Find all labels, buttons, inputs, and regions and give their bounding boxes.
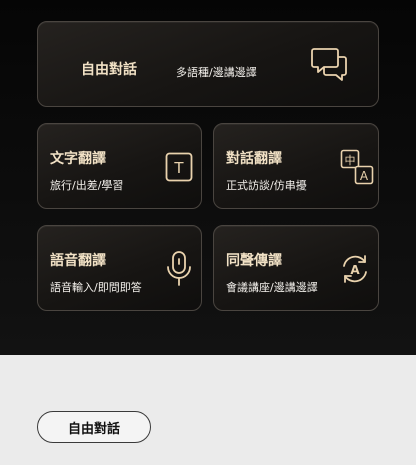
text-translate-subtitle: 旅行/出差/學習 [50, 179, 124, 192]
voice-translate-title: 語音翻譯 [50, 253, 106, 269]
simultaneous-card[interactable]: 同聲傳譯 會議講座/邊講邊譯 A [213, 225, 379, 311]
dialogue-translate-title: 對話翻譯 [226, 151, 282, 167]
svg-text:中: 中 [345, 154, 356, 167]
microphone-icon [166, 250, 192, 288]
svg-text:A: A [360, 169, 369, 183]
free-talk-subtitle: 多語種/邊講邊譯 [176, 66, 257, 79]
free-talk-title: 自由對話 [81, 62, 137, 78]
text-translate-title: 文字翻譯 [50, 151, 106, 167]
dialogue-translate-card[interactable]: 對話翻譯 正式訪談/仿串擾 中 A [213, 123, 379, 209]
text-t-icon: T [165, 152, 193, 182]
svg-text:A: A [350, 263, 360, 277]
text-translate-card[interactable]: 文字翻譯 旅行/出差/學習 T [37, 123, 202, 209]
translate-zh-a-icon: 中 A [340, 149, 374, 185]
simultaneous-subtitle: 會議講座/邊講邊譯 [226, 281, 318, 294]
free-talk-button[interactable]: 自由對話 [37, 411, 151, 443]
dark-panel: 自由對話 多語種/邊講邊譯 文字翻譯 旅行/出差/學習 T 對話翻譯 正式訪談/… [0, 0, 416, 355]
refresh-a-icon: A [339, 253, 371, 285]
free-talk-card[interactable]: 自由對話 多語種/邊講邊譯 [37, 21, 379, 107]
dialogue-translate-subtitle: 正式訪談/仿串擾 [226, 179, 307, 192]
voice-translate-card[interactable]: 語音翻譯 語音輸入/即問即答 [37, 225, 202, 311]
simultaneous-title: 同聲傳譯 [226, 253, 282, 269]
voice-translate-subtitle: 語音輸入/即問即答 [50, 281, 142, 294]
svg-text:T: T [173, 159, 184, 177]
chat-bubbles-icon [310, 45, 350, 85]
